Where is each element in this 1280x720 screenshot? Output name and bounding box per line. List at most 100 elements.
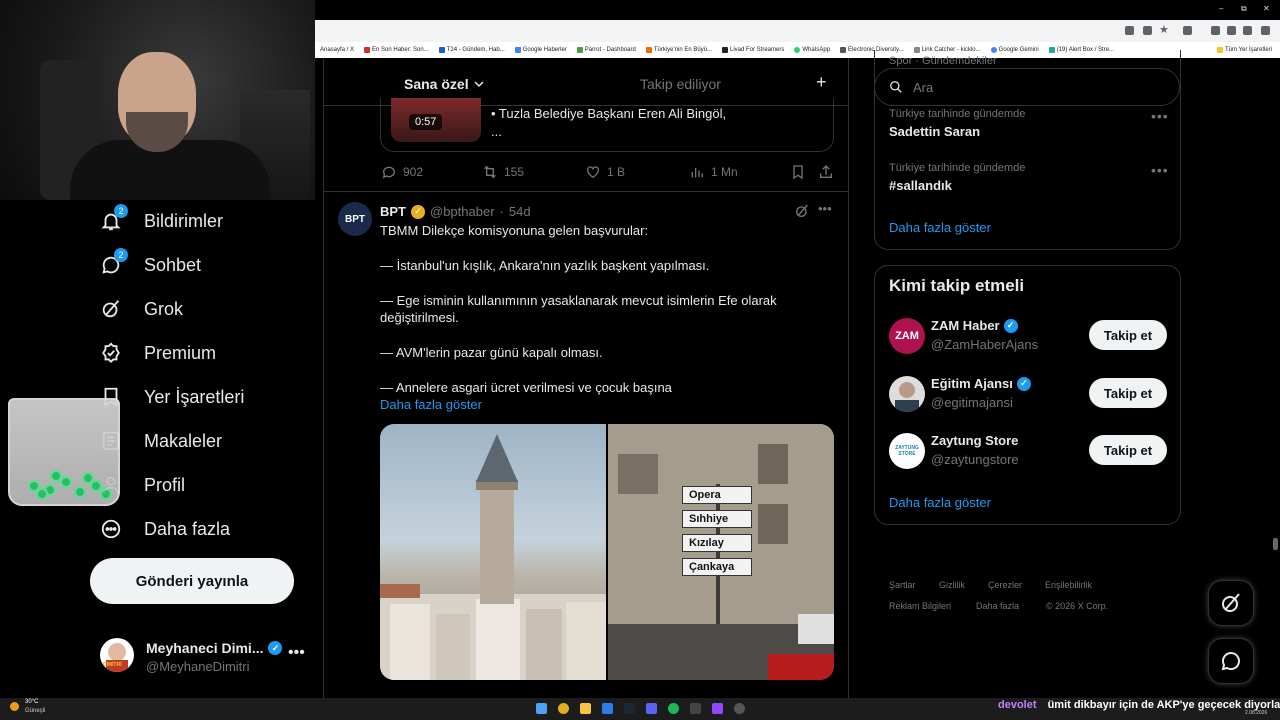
bookmark-item[interactable]: T24 - Gündem, Hab... [438,47,505,53]
all-bookmarks[interactable]: Tüm Yer İşaretleri [1216,47,1280,53]
maximize-button[interactable]: ⧉ [1241,4,1247,14]
weather-temp[interactable]: 30°C [25,699,38,705]
nav-premium[interactable]: Premium [98,335,216,371]
close-window-button[interactable]: ✕ [1263,4,1270,13]
steam-icon[interactable] [624,703,635,714]
suggestion-row[interactable]: Eğitim Ajansı ✓ @egitimajansi Takip et [889,376,1167,416]
chat-icon [1221,652,1240,671]
bookmark-item[interactable]: Türkiye'nin En Büyü... [645,47,712,53]
spotify-icon[interactable] [668,703,679,714]
suggestion-name-row: ZAM Haber ✓ [931,318,1018,333]
address-bar[interactable]: ★ [315,20,1280,42]
post-button[interactable]: Gönderi yayınla [90,558,294,604]
discord-icon[interactable] [646,703,657,714]
bookmark-item[interactable]: Livad For Streamers [722,47,784,53]
bookmark-item[interactable]: Parrot - Dashboard [576,47,636,53]
account-switcher[interactable]: DİMİTRİ Meyhaneci Dimi... ✓ @MeyhaneDimi… [100,636,310,680]
tweet-author-name[interactable]: BPT [380,204,406,219]
tweet-age[interactable]: 54d [509,204,531,219]
download-icon[interactable] [1211,26,1220,35]
nav-notifications[interactable]: 2 Bildirimler [98,203,223,239]
epic-games-icon[interactable] [690,703,701,714]
bookmark-item[interactable]: WhatsApp [794,47,830,53]
profile-avatar-icon[interactable] [1261,26,1270,35]
add-tab-icon[interactable]: + [816,72,827,93]
video-thumbnail[interactable]: 0:57 [391,98,481,142]
site-icon [576,47,583,53]
sign-cankaya: Çankaya [682,558,752,576]
star-icon[interactable]: ★ [1159,23,1169,36]
trend-name[interactable]: #sallandık [889,178,952,193]
reply-button[interactable]: 902 [381,164,423,180]
footer-ads[interactable]: Reklam Bilgileri [889,601,951,611]
who-show-more[interactable]: Daha fazla göster [889,495,991,510]
file-explorer-icon[interactable] [580,703,591,714]
tweet-handle[interactable]: @bpthaber [430,204,495,219]
follow-button[interactable]: Takip et [1089,378,1167,408]
suggestion-row[interactable]: ZAM ZAM Haber ✓ @ZamHaberAjans Takip et [889,318,1167,358]
tweet-line: — İstanbul'un kışlık, Ankara'nın yazlık … [380,258,710,273]
obs-icon[interactable] [734,703,745,714]
card-text: • Tuzla Belediye Başkanı Eren Ali Bingöl… [491,106,727,121]
trend-more-icon[interactable]: ••• [1151,108,1169,124]
nav-more[interactable]: Daha fazla [98,511,230,547]
twitch-icon[interactable] [712,703,723,714]
repost-button[interactable]: 155 [482,164,524,180]
bookmark-item[interactable]: Google Haberler [514,47,567,53]
app-icon[interactable] [602,703,613,714]
trends-show-more[interactable]: Daha fazla göster [889,220,991,235]
scrollbar-thumb[interactable] [1273,538,1278,550]
nav-label: Yer İşaretleri [144,386,245,407]
messages-fab[interactable] [1208,638,1254,684]
tweet-avatar[interactable]: BPT [338,202,372,236]
show-more-link[interactable]: Daha fazla göster [380,397,482,412]
tweet-image-galata[interactable] [380,424,606,680]
clover-icon [60,476,72,488]
grok-icon [98,296,124,322]
trend-more-icon[interactable]: ••• [1151,162,1169,178]
extensions-icon[interactable] [1183,26,1192,35]
tab-for-you[interactable]: Sana özel [404,76,484,92]
zoom-icon[interactable] [1125,26,1134,35]
footer-cookies[interactable]: Çerezler [988,580,1022,590]
cast-icon[interactable] [1143,26,1152,35]
media-icon[interactable] [1227,26,1236,35]
verified-icon: ✓ [1016,376,1031,391]
ticker-user: devolet [998,699,1037,711]
grok-icon[interactable] [794,203,810,224]
bookmark-item[interactable]: Anasayfa / X [320,47,354,53]
chevron-down-icon [474,81,484,88]
suggestion-row[interactable]: ZAYTUNG STORE Zaytung Store @zaytungstor… [889,433,1167,473]
footer-privacy[interactable]: Gizlilik [939,580,965,590]
tweet-image-signs[interactable]: Opera Sıhhiye Kızılay Çankaya [608,424,834,680]
trend-name[interactable]: Sadettin Saran [889,124,980,139]
minimize-button[interactable]: – [1219,4,1223,13]
like-button[interactable]: 1 B [585,164,625,180]
grok-fab[interactable] [1208,580,1254,626]
stream-ticker: devolet ümit dikbayır için de AKP'ye geç… [998,699,1280,711]
site-icon [722,47,728,53]
follow-button[interactable]: Takip et [1089,435,1167,465]
footer-more[interactable]: Daha fazla [976,601,1019,611]
bookmark-item[interactable]: En Son Haber: Son... [364,47,429,53]
nav-label: Profil [144,474,186,495]
nav-chat[interactable]: 2 Sohbet [98,247,201,283]
tab-following[interactable]: Takip ediliyor [640,76,721,92]
sidepanel-icon[interactable] [1243,26,1252,35]
tweet-more-icon[interactable]: ••• [818,201,832,216]
footer-terms[interactable]: Şartlar [889,580,916,590]
windows-start-icon[interactable] [536,703,547,714]
more-options-icon[interactable]: ••• [288,644,305,662]
heart-icon [587,166,599,179]
chrome-icon[interactable] [558,703,569,714]
tweet-header: BPT ✓ @bpthaber · 54d [380,204,531,219]
avatar: DİMİTRİ [100,638,134,672]
follow-button[interactable]: Takip et [1089,320,1167,350]
share-icon[interactable] [818,164,834,185]
footer-accessibility[interactable]: Erişilebilirlik [1045,580,1092,590]
nav-label: Sohbet [144,254,202,275]
nav-grok[interactable]: Grok [98,291,183,327]
bookmark-icon[interactable] [790,164,806,185]
views-button[interactable]: 1 Mn [689,164,738,180]
video-card[interactable]: 0:57 • Tuzla Belediye Başkanı Eren Ali B… [380,98,834,152]
